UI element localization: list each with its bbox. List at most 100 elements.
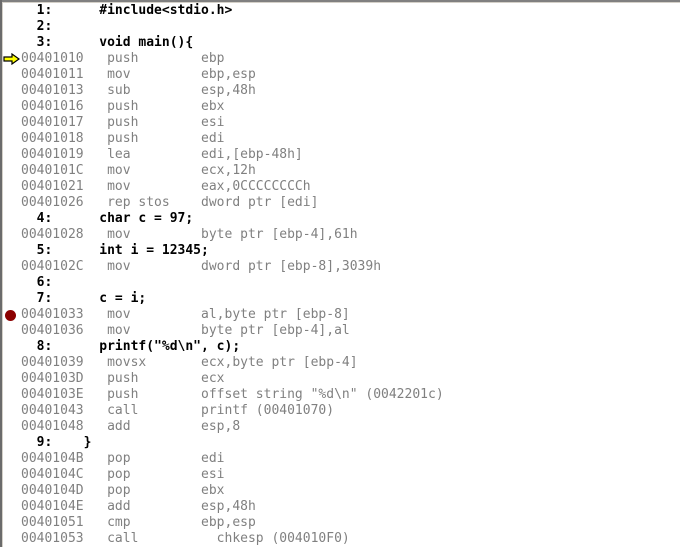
- source-line[interactable]: 8: printf("%d\n", c);: [3, 339, 680, 355]
- gutter-cell: [3, 227, 21, 243]
- source-line-text: 4: char c = 97;: [21, 211, 194, 226]
- disassembly-line[interactable]: 00401026 rep stos dword ptr [edi]: [3, 195, 680, 211]
- disassembly-line-text: 0040103D push ecx: [21, 371, 225, 386]
- disassembly-line-text: 00401016 push ebx: [21, 99, 225, 114]
- disassembly-line[interactable]: 00401016 push ebx: [3, 99, 680, 115]
- source-line[interactable]: 6:: [3, 275, 680, 291]
- disassembly-line-text: 00401053 call chkesp (004010F0): [21, 531, 350, 546]
- disassembly-line[interactable]: 00401033 mov al,byte ptr [ebp-8]: [3, 307, 680, 323]
- gutter-cell: [3, 355, 21, 371]
- disassembly-line-text: 00401010 push ebp: [21, 51, 225, 66]
- gutter-cell: [3, 419, 21, 435]
- disassembly-line[interactable]: 00401028 mov byte ptr [ebp-4],61h: [3, 227, 680, 243]
- source-line-text: 3: void main(){: [21, 35, 194, 50]
- disassembly-line[interactable]: 00401051 cmp ebp,esp: [3, 515, 680, 531]
- source-line[interactable]: 5: int i = 12345;: [3, 243, 680, 259]
- gutter-cell: [3, 179, 21, 195]
- disassembly-line-text: 00401051 cmp ebp,esp: [21, 515, 256, 530]
- gutter-cell: [3, 67, 21, 83]
- disassembly-line[interactable]: 00401039 movsx ecx,byte ptr [ebp-4]: [3, 355, 680, 371]
- disassembly-line-text: 00401011 mov ebp,esp: [21, 67, 256, 82]
- source-line-text: 5: int i = 12345;: [21, 243, 209, 258]
- disassembly-line[interactable]: 00401010 push ebp: [3, 51, 680, 67]
- gutter-cell: [3, 323, 21, 339]
- disassembly-line-text: 00401018 push edi: [21, 131, 225, 146]
- disassembly-line-text: 00401019 lea edi,[ebp-48h]: [21, 147, 303, 162]
- disassembly-line-text: 0040104B pop edi: [21, 451, 225, 466]
- gutter-cell: [3, 3, 21, 19]
- disassembly-line-text: 00401036 mov byte ptr [ebp-4],al: [21, 323, 350, 338]
- disassembly-line[interactable]: 0040104E add esp,48h: [3, 499, 680, 515]
- disassembly-line[interactable]: 00401043 call printf (00401070): [3, 403, 680, 419]
- gutter-cell: [3, 195, 21, 211]
- disassembly-line[interactable]: 00401018 push edi: [3, 131, 680, 147]
- disassembly-line[interactable]: 0040104C pop esi: [3, 467, 680, 483]
- disassembly-line[interactable]: 0040101C mov ecx,12h: [3, 163, 680, 179]
- gutter-cell: [3, 515, 21, 531]
- source-line[interactable]: 9: }: [3, 435, 680, 451]
- gutter-cell: [3, 403, 21, 419]
- disassembly-line-text: 0040104C pop esi: [21, 467, 225, 482]
- breakpoint-dot-icon[interactable]: [3, 307, 21, 323]
- disassembly-line-text: 0040103E push offset string "%d\n" (0042…: [21, 387, 444, 402]
- disassembly-line[interactable]: 0040103E push offset string "%d\n" (0042…: [3, 387, 680, 403]
- gutter-cell: [3, 531, 21, 547]
- source-line[interactable]: 1: #include<stdio.h>: [3, 3, 680, 19]
- disassembly-line-text: 0040102C mov dword ptr [ebp-8],3039h: [21, 259, 382, 274]
- disassembly-line-text: 00401021 mov eax,0CCCCCCCCh: [21, 179, 311, 194]
- source-line-text: 9: }: [21, 435, 92, 450]
- disassembly-line[interactable]: 00401053 call chkesp (004010F0): [3, 531, 680, 547]
- source-line[interactable]: 4: char c = 97;: [3, 211, 680, 227]
- gutter-cell: [3, 451, 21, 467]
- source-line-text: 8: printf("%d\n", c);: [21, 339, 241, 354]
- gutter-cell: [3, 371, 21, 387]
- disassembly-window[interactable]: 1: #include<stdio.h> 2: 3: void main(){0…: [0, 0, 681, 547]
- gutter-cell: [3, 83, 21, 99]
- gutter-cell: [3, 435, 21, 451]
- disassembly-line-text: 00401033 mov al,byte ptr [ebp-8]: [21, 307, 350, 322]
- disassembly-line[interactable]: 00401048 add esp,8: [3, 419, 680, 435]
- gutter-cell: [3, 467, 21, 483]
- gutter-cell: [3, 291, 21, 307]
- disassembly-line-text: 0040101C mov ecx,12h: [21, 163, 256, 178]
- disassembly-line-text: 00401048 add esp,8: [21, 419, 241, 434]
- gutter-cell: [3, 275, 21, 291]
- gutter-cell: [3, 259, 21, 275]
- source-line-text: 2:: [21, 19, 53, 34]
- disassembly-line[interactable]: 00401011 mov ebp,esp: [3, 67, 680, 83]
- disassembly-line[interactable]: 00401013 sub esp,48h: [3, 83, 680, 99]
- disassembly-line-text: 00401013 sub esp,48h: [21, 83, 256, 98]
- source-line[interactable]: 7: c = i;: [3, 291, 680, 307]
- instruction-pointer-arrow-icon[interactable]: [3, 51, 21, 67]
- disassembly-line-text: 0040104D pop ebx: [21, 483, 225, 498]
- disassembly-line[interactable]: 00401019 lea edi,[ebp-48h]: [3, 147, 680, 163]
- gutter-cell: [3, 99, 21, 115]
- code-listing[interactable]: 1: #include<stdio.h> 2: 3: void main(){0…: [3, 3, 680, 547]
- disassembly-line[interactable]: 0040104D pop ebx: [3, 483, 680, 499]
- gutter-cell: [3, 387, 21, 403]
- gutter-cell: [3, 147, 21, 163]
- disassembly-line[interactable]: 00401021 mov eax,0CCCCCCCCh: [3, 179, 680, 195]
- disassembly-line[interactable]: 00401036 mov byte ptr [ebp-4],al: [3, 323, 680, 339]
- disassembly-line-text: 00401039 movsx ecx,byte ptr [ebp-4]: [21, 355, 358, 370]
- disassembly-line[interactable]: 00401017 push esi: [3, 115, 680, 131]
- gutter-cell: [3, 163, 21, 179]
- disassembly-line[interactable]: 0040104B pop edi: [3, 451, 680, 467]
- disassembly-line-text: 0040104E add esp,48h: [21, 499, 256, 514]
- source-line[interactable]: 3: void main(){: [3, 35, 680, 51]
- disassembly-line-text: 00401043 call printf (00401070): [21, 403, 335, 418]
- gutter-cell: [3, 339, 21, 355]
- gutter-cell: [3, 483, 21, 499]
- source-line[interactable]: 2:: [3, 19, 680, 35]
- gutter-cell: [3, 499, 21, 515]
- gutter-cell: [3, 35, 21, 51]
- gutter-cell: [3, 243, 21, 259]
- disassembly-line[interactable]: 0040103D push ecx: [3, 371, 680, 387]
- gutter-cell: [3, 19, 21, 35]
- gutter-cell: [3, 211, 21, 227]
- breakpoint-dot-glyph: [5, 310, 16, 321]
- source-line-text: 6:: [21, 275, 53, 290]
- disassembly-line[interactable]: 0040102C mov dword ptr [ebp-8],3039h: [3, 259, 680, 275]
- gutter-cell: [3, 131, 21, 147]
- disassembly-line-text: 00401017 push esi: [21, 115, 225, 130]
